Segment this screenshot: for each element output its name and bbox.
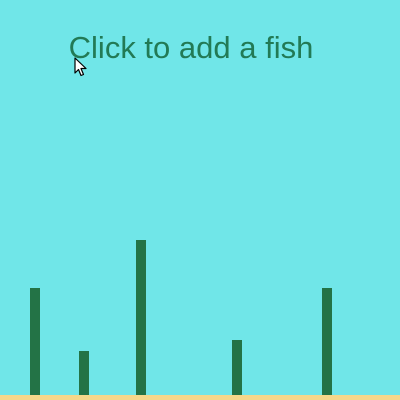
add-fish-prompt: Click to add a fish <box>68 30 314 65</box>
aquarium-canvas[interactable]: Click to add a fish <box>0 0 400 400</box>
seaweed-stalk <box>232 340 242 397</box>
seaweed-stalk <box>30 288 40 397</box>
seaweed-stalk <box>322 288 332 397</box>
seaweed-stalk <box>79 351 89 397</box>
sand-floor <box>0 395 400 400</box>
seaweed-stalk <box>136 240 146 397</box>
